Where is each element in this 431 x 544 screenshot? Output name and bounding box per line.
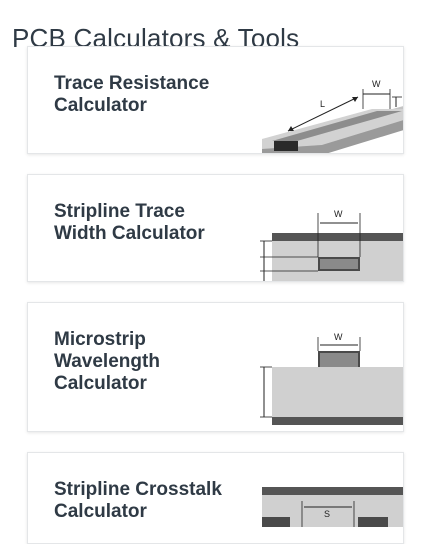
card-stripline-crosstalk[interactable]: Stripline Crosstalk Calculator S (27, 452, 404, 544)
dim-label-w: W (372, 79, 381, 89)
card-trace-resistance[interactable]: Trace Resistance Calculator L W (27, 46, 404, 154)
stripline-diagram: W (260, 209, 403, 281)
dim-label-w: W (334, 332, 343, 342)
card-title-line: Calculator (54, 95, 147, 116)
card-title: Trace Resistance Calculator (54, 73, 244, 117)
card-title-line: Trace Resistance (54, 73, 210, 94)
dim-label-s: S (324, 509, 330, 519)
card-title: Microstrip Wavelength Calculator (54, 329, 244, 395)
trace-resistance-diagram: L W (262, 79, 403, 153)
microstrip-diagram: W (260, 332, 403, 425)
crosstalk-diagram: S (262, 487, 403, 527)
card-microstrip-wavelength[interactable]: Microstrip Wavelength Calculator W (27, 302, 404, 432)
card-title-line: Width Calculator (54, 223, 205, 244)
card-title-line: Wavelength (54, 351, 160, 372)
card-title-line: Calculator (54, 373, 147, 394)
dim-label-l: L (320, 99, 325, 109)
card-title: Stripline Crosstalk Calculator (54, 479, 244, 523)
card-title-line: Stripline Trace (54, 201, 185, 222)
card-title-line: Stripline Crosstalk (54, 479, 222, 500)
card-title: Stripline Trace Width Calculator (54, 201, 244, 245)
card-stripline-trace-width[interactable]: Stripline Trace Width Calculator W (27, 174, 404, 282)
card-title-line: Calculator (54, 501, 147, 522)
dim-label-w: W (334, 209, 343, 219)
card-title-line: Microstrip (54, 329, 146, 350)
